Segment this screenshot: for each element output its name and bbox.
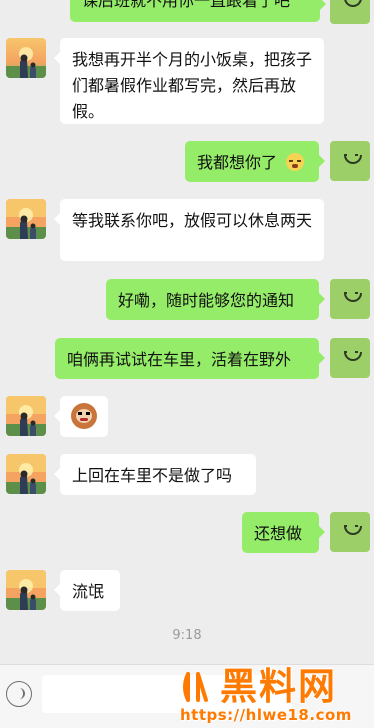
- message-bubble[interactable]: 流氓: [54, 570, 120, 611]
- message-text: 咱俩再试试在车里，活着在野外: [67, 350, 292, 369]
- contact-avatar[interactable]: [6, 199, 46, 239]
- contact-avatar[interactable]: [6, 570, 46, 610]
- message-text: 课后班就不用你一直跟着了吧: [82, 0, 291, 10]
- message-text: 上回在车里不是做了吗: [72, 466, 233, 485]
- watermark-url: https://hlwe18.com: [180, 706, 352, 724]
- contact-avatar-image: [6, 199, 46, 239]
- contact-avatar-image: [6, 38, 46, 78]
- message-text: 我想再开半个月的小饭桌，把孩子们都暑假作业都写完，然后再放假。: [72, 50, 313, 121]
- message-bubble[interactable]: [54, 396, 108, 437]
- chat-area[interactable]: 课后班就不用你一直跟着了吧 我想再开半个月的小饭桌，把孩子们都暑假作业都写完，然…: [0, 0, 374, 664]
- contact-avatar[interactable]: [6, 38, 46, 78]
- watermark: 黑料网 https://hlwe18.com: [176, 664, 374, 727]
- crying-face-icon: [286, 153, 305, 171]
- message-bubble[interactable]: 课后班就不用你一直跟着了吧: [70, 0, 326, 22]
- voice-icon: [15, 688, 25, 699]
- contact-avatar[interactable]: [6, 454, 46, 494]
- watermark-logo-icon: [183, 672, 208, 702]
- my-avatar[interactable]: [330, 0, 370, 24]
- message-text: 流氓: [72, 582, 105, 601]
- my-avatar[interactable]: [330, 279, 370, 319]
- message-text: 等我联系你吧，放假可以休息两天: [72, 211, 313, 230]
- message-bubble[interactable]: 上回在车里不是做了吗: [54, 454, 256, 495]
- message-bubble[interactable]: 好嘞，随时能够您的通知: [106, 279, 325, 320]
- message-bubble[interactable]: 咱俩再试试在车里，活着在野外: [55, 338, 325, 379]
- contact-avatar-image: [6, 396, 46, 436]
- message-bubble[interactable]: 我都想你了: [185, 141, 325, 182]
- voice-input-button[interactable]: [6, 681, 32, 707]
- message-bubble[interactable]: 等我联系你吧，放假可以休息两天: [54, 199, 324, 261]
- contact-avatar-image: [6, 570, 46, 610]
- message-bubble[interactable]: 我想再开半个月的小饭桌，把孩子们都暑假作业都写完，然后再放假。: [54, 38, 324, 124]
- my-avatar[interactable]: [330, 141, 370, 181]
- message-timestamp: 9:18: [172, 628, 202, 643]
- contact-avatar[interactable]: [6, 396, 46, 436]
- message-text: 好嘞，随时能够您的通知: [118, 291, 295, 310]
- message-text: 还想做: [254, 524, 303, 543]
- message-bubble[interactable]: 还想做: [242, 512, 325, 553]
- contact-avatar-image: [6, 454, 46, 494]
- my-avatar[interactable]: [330, 512, 370, 552]
- watermark-title: 黑料网: [220, 665, 337, 708]
- monkey-sticker-icon: [71, 403, 97, 429]
- my-avatar[interactable]: [330, 338, 370, 378]
- message-text: 我都想你了: [197, 153, 278, 172]
